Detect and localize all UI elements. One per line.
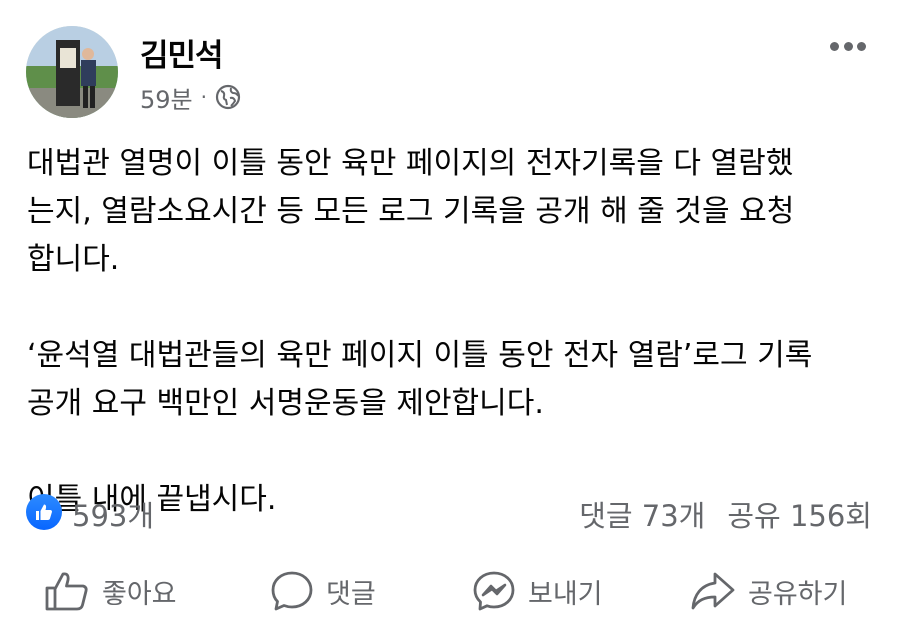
post-paragraph: 대법관 열명이 이틀 동안 육만 페이지의 전자기록을 다 열람했 는지, 열람… (27, 146, 795, 277)
post-body: 대법관 열명이 이틀 동안 육만 페이지의 전자기록을 다 열람했 는지, 열람… (27, 140, 887, 524)
globe-icon (215, 84, 241, 110)
send-button[interactable]: 보내기 (472, 570, 603, 612)
send-label: 보내기 (528, 578, 603, 610)
engagement-stats: 댓글 73개 공유 156회 (579, 493, 872, 535)
comment-bubble-icon (270, 570, 314, 612)
share-button[interactable]: 공유하기 (690, 570, 847, 612)
action-bar: 좋아요 댓글 보내기 공유하기 (0, 560, 900, 624)
like-count[interactable]: 593개 (72, 493, 154, 535)
comment-button[interactable]: 댓글 (270, 570, 376, 612)
post-time[interactable]: 59분 (140, 80, 193, 115)
reaction-stats: 593개 댓글 73개 공유 156회 (26, 492, 876, 535)
like-button[interactable]: 좋아요 (44, 570, 177, 612)
author-name[interactable]: 김민석 (140, 30, 224, 75)
comment-count[interactable]: 댓글 73개 (579, 493, 705, 535)
share-count[interactable]: 공유 156회 (727, 493, 872, 535)
post-paragraph: ‘윤석열 대법관들의 육만 페이지 이틀 동안 전자 열람’로그 기록 공개 요… (27, 338, 813, 421)
post-meta: 59분 · (140, 80, 241, 115)
share-label: 공유하기 (748, 578, 848, 610)
post-header: 김민석 59분 · (26, 26, 876, 118)
meta-separator: · (200, 85, 207, 109)
more-horizontal-icon[interactable] (830, 40, 866, 52)
messenger-icon (472, 570, 516, 612)
avatar[interactable] (26, 26, 118, 118)
thumbs-up-icon (44, 570, 90, 612)
like-label: 좋아요 (102, 578, 177, 610)
like-reaction-icon[interactable] (26, 494, 62, 530)
comment-label: 댓글 (326, 578, 376, 610)
share-arrow-icon (690, 570, 736, 612)
